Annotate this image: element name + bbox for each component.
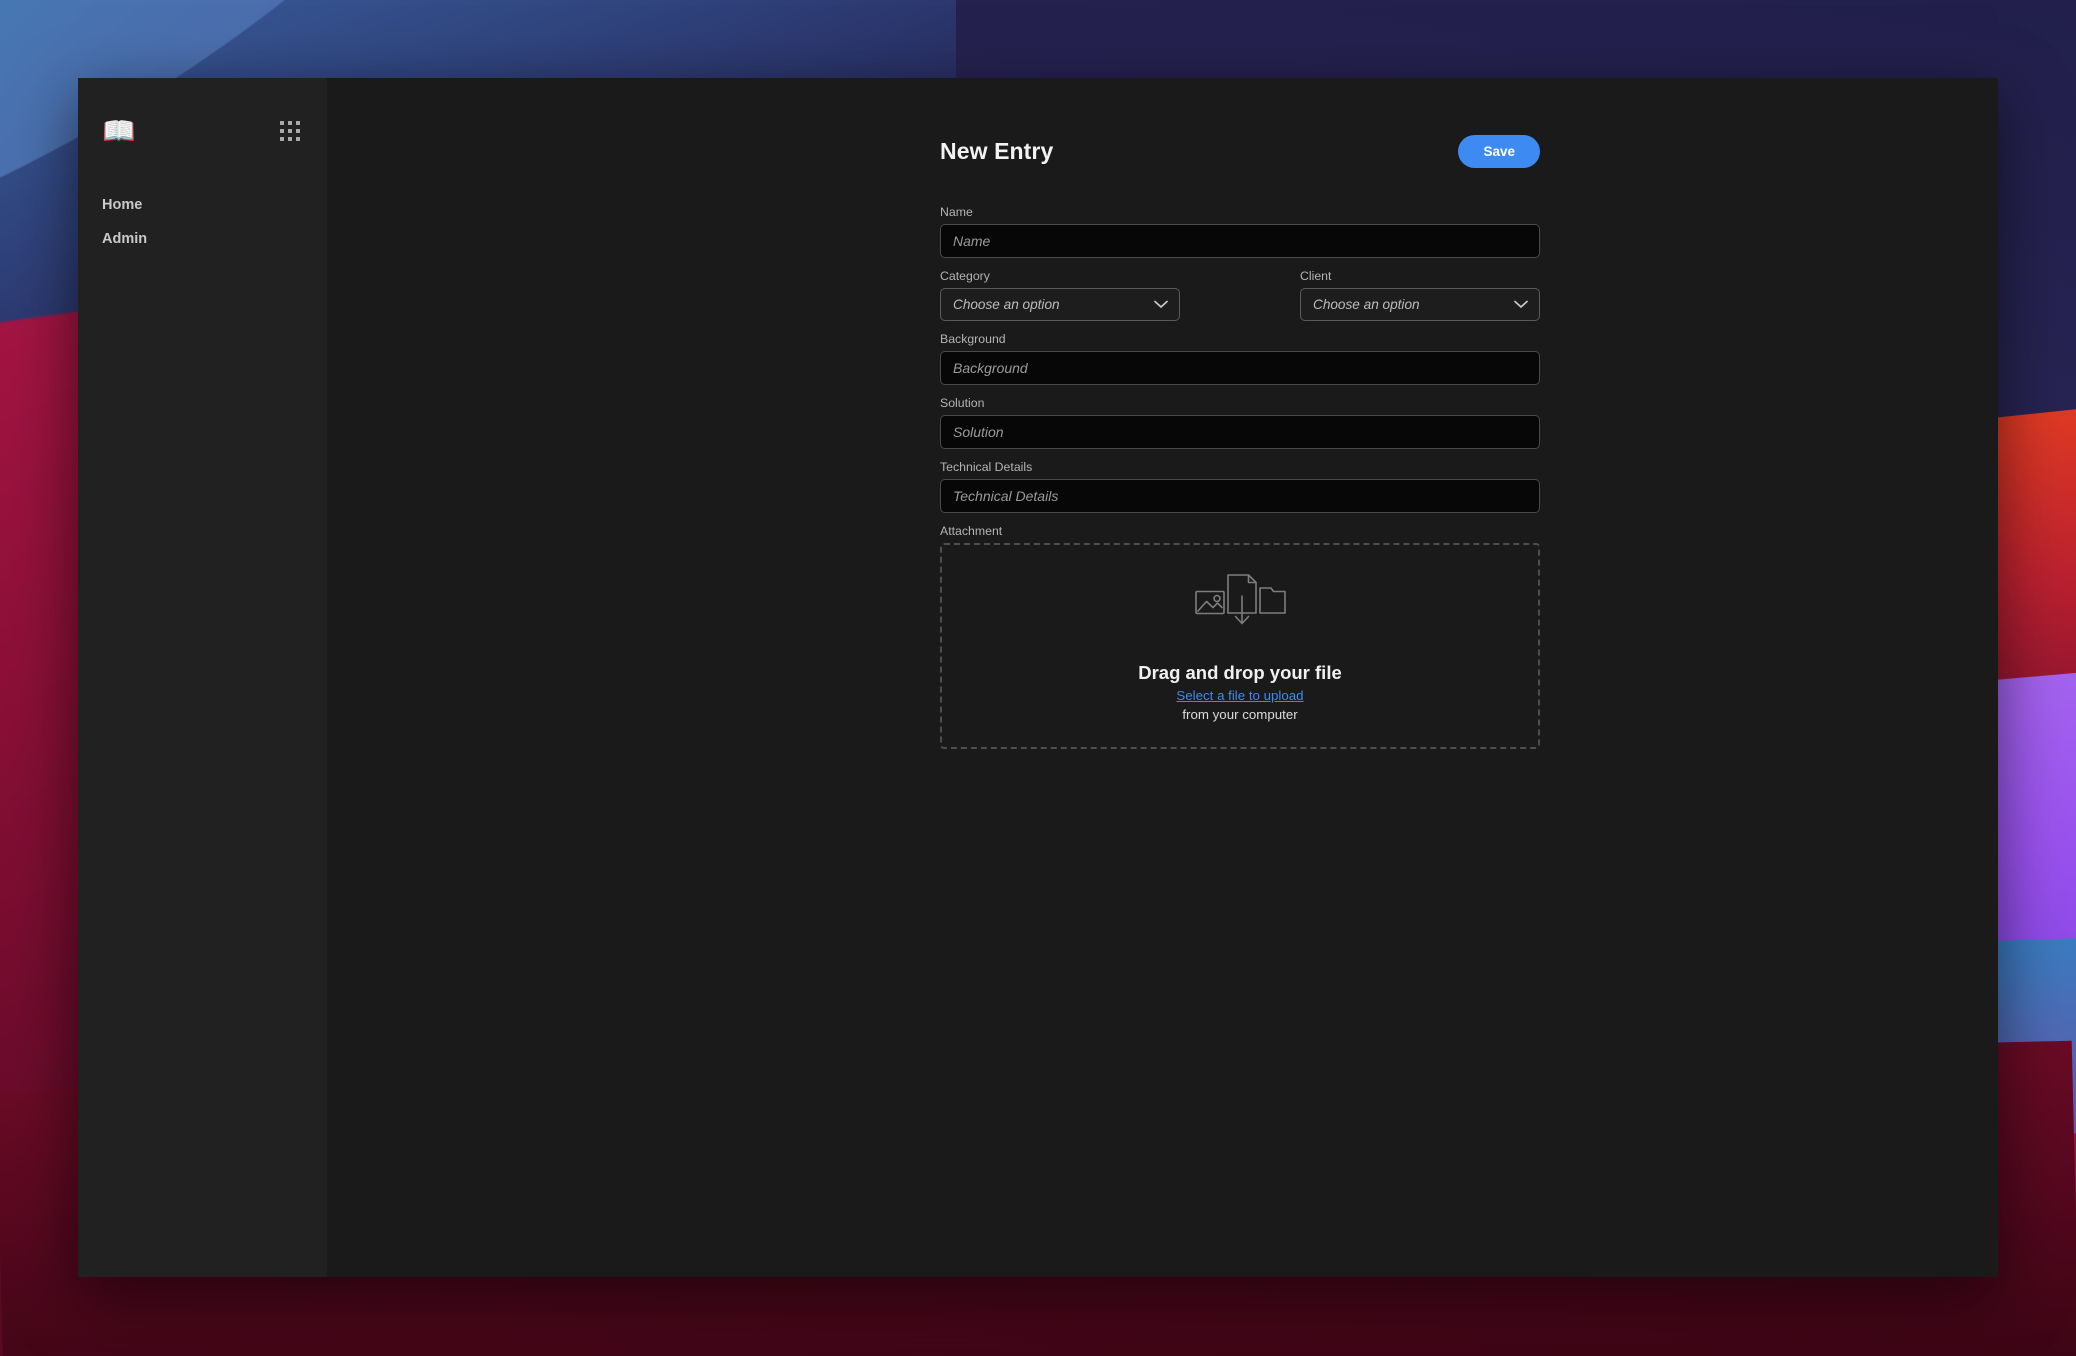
client-select[interactable]: Choose an option bbox=[1300, 288, 1540, 321]
app-window: 📖 Home Admin New Entry Save Name Name Ca… bbox=[78, 78, 1998, 1277]
save-button[interactable]: Save bbox=[1458, 135, 1540, 168]
field-technical-details: Technical Details bbox=[940, 460, 1540, 513]
open-book-icon: 📖 bbox=[102, 115, 136, 146]
solution-input[interactable] bbox=[940, 415, 1540, 449]
name-label: Name bbox=[940, 205, 973, 219]
category-client-row: Category Choose an option Client Choose … bbox=[940, 269, 1540, 332]
field-attachment: Attachment Drag and drop your file Selec… bbox=[940, 524, 1540, 749]
category-label: Category bbox=[940, 269, 990, 283]
dropzone-title: Drag and drop your file bbox=[1138, 661, 1342, 683]
page-header: New Entry Save bbox=[940, 135, 1540, 168]
sidebar-header: 📖 bbox=[78, 104, 327, 158]
technical-details-input[interactable] bbox=[940, 479, 1540, 513]
grid-apps-icon[interactable] bbox=[280, 121, 300, 141]
attachment-label: Attachment bbox=[940, 524, 1003, 538]
field-category: Category Choose an option bbox=[940, 269, 1180, 321]
field-background: Background bbox=[940, 332, 1540, 385]
category-select[interactable]: Choose an option bbox=[940, 288, 1180, 321]
desktop-wallpaper: 📖 Home Admin New Entry Save Name Name Ca… bbox=[0, 0, 2076, 1356]
dropzone-subtitle: from your computer bbox=[1182, 706, 1298, 722]
new-entry-form: New Entry Save Name Category Choose an o… bbox=[940, 135, 1540, 760]
select-file-link[interactable]: Select a file to upload bbox=[1176, 688, 1303, 703]
sidebar-nav: Home Admin bbox=[78, 188, 327, 256]
page-title: New Entry bbox=[940, 138, 1054, 164]
category-select-wrap: Choose an option bbox=[940, 288, 1180, 321]
field-name: Name bbox=[940, 205, 1540, 258]
main-content: New Entry Save Name Category Choose an o… bbox=[327, 78, 1998, 1277]
file-dropzone[interactable]: Drag and drop your file Select a file to… bbox=[940, 543, 1540, 749]
background-input[interactable] bbox=[940, 351, 1540, 385]
field-client: Client Choose an option bbox=[1300, 269, 1540, 321]
client-label: Client bbox=[1300, 269, 1332, 283]
name-input[interactable] bbox=[940, 224, 1540, 258]
sidebar: 📖 Home Admin bbox=[78, 78, 327, 1277]
sidebar-item-admin[interactable]: Admin bbox=[78, 222, 327, 256]
client-select-wrap: Choose an option bbox=[1300, 288, 1540, 321]
sidebar-item-home[interactable]: Home bbox=[78, 188, 327, 222]
background-label: Background bbox=[940, 332, 1006, 346]
image-file-folder-upload-icon bbox=[1194, 571, 1287, 636]
technical-details-label: Technical Details bbox=[940, 460, 1033, 474]
solution-label: Solution bbox=[940, 396, 985, 410]
field-solution: Solution bbox=[940, 396, 1540, 449]
